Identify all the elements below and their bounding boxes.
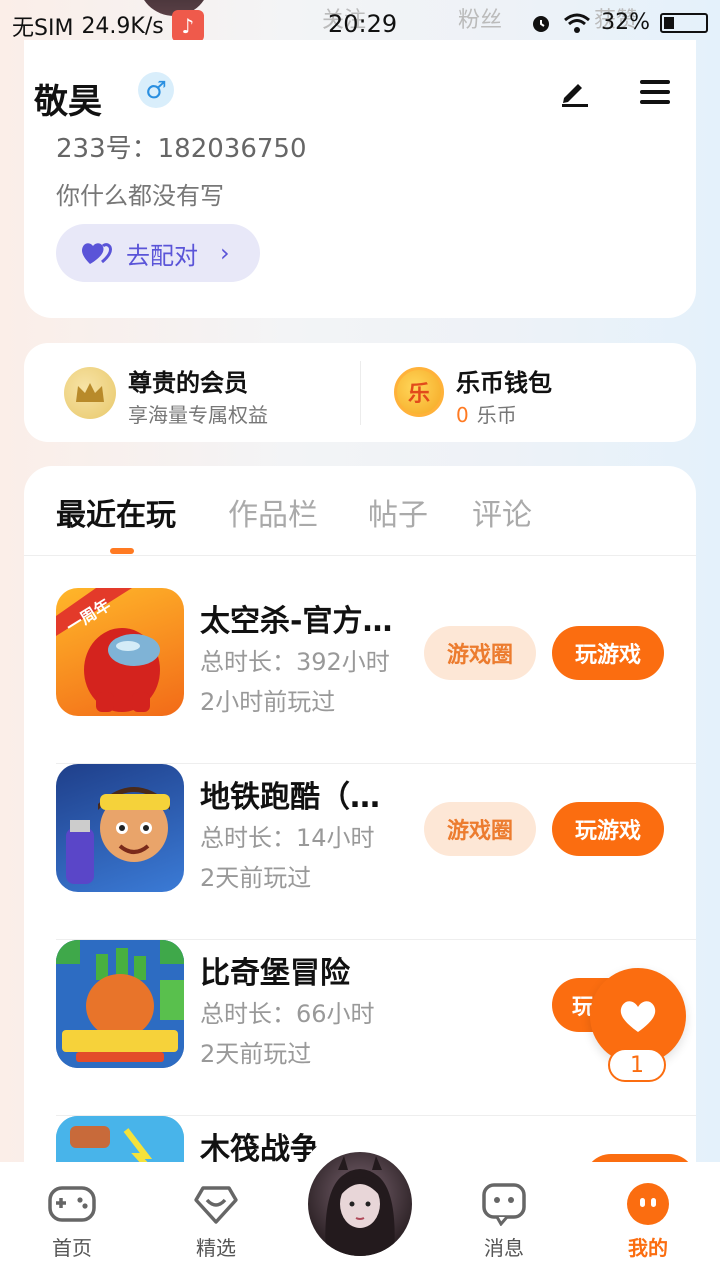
tab-bar: 最近在玩 作品栏 帖子 评论 [24, 466, 696, 556]
tab-recent[interactable]: 最近在玩 [56, 490, 176, 534]
game-title: 比奇堡冒险 [200, 956, 350, 991]
music-app-icon: ♪ [171, 10, 204, 42]
game-last-played: 2天前玩过 [200, 1040, 312, 1068]
play-game-button[interactable]: 玩游戏 [552, 802, 664, 856]
nav-messages[interactable]: 消息 [454, 1182, 554, 1261]
nav-messages-label: 消息 [484, 1236, 524, 1260]
crown-icon[interactable] [64, 367, 116, 419]
battery-icon [660, 12, 708, 33]
wallet-unit: 乐币 [476, 403, 517, 427]
status-right: 32% [529, 10, 708, 35]
gamepad-icon [48, 1186, 96, 1222]
battery-percent: 32% [601, 10, 650, 35]
vip-title[interactable]: 尊贵的会员 [128, 363, 248, 398]
bio-text: 你什么都没有写 [56, 182, 224, 210]
coin-icon[interactable]: 乐 [394, 367, 444, 417]
heart-pair-icon [82, 243, 112, 264]
network-speed: 24.9K/s [81, 13, 164, 39]
account-id: 233号：182036750 [56, 134, 307, 164]
menu-icon[interactable] [638, 78, 672, 106]
vip-subtitle: 享海量专属权益 [128, 403, 268, 427]
heart-icon [620, 1001, 656, 1032]
nav-mine[interactable]: 我的 [598, 1182, 698, 1261]
like-count-badge: 1 [608, 1048, 666, 1082]
carrier-text: 无SIM [12, 16, 74, 41]
male-gender-icon: ♂ [138, 72, 174, 108]
wallet-amount: 0 [456, 403, 469, 427]
game-row[interactable]: 地铁跑酷（… 总时长：14小时 2天前玩过 游戏圈 玩游戏 [56, 764, 696, 940]
play-game-button[interactable]: 玩游戏 [552, 626, 664, 680]
game-last-played: 2小时前玩过 [200, 688, 336, 716]
game-circle-button[interactable]: 游戏圈 [424, 802, 536, 856]
divider [360, 361, 361, 425]
message-bubble-icon [482, 1183, 526, 1226]
tab-indicator [110, 548, 134, 554]
game-icon-among-us[interactable]: 一周年 [56, 588, 184, 716]
wallet-title[interactable]: 乐币钱包 [456, 363, 552, 398]
game-duration: 总时长：392小时 [200, 648, 390, 676]
profile-face-icon [627, 1183, 669, 1225]
game-title: 地铁跑酷（… [200, 780, 380, 815]
tab-comments[interactable]: 评论 [472, 490, 532, 534]
featured-heart-icon [194, 1186, 238, 1224]
alarm-icon [533, 15, 550, 32]
game-last-played: 2天前玩过 [200, 864, 312, 892]
game-title: 太空杀-官方… [200, 604, 393, 639]
tab-posts[interactable]: 帖子 [368, 490, 428, 534]
wallet-balance: 0 乐币 [456, 399, 517, 428]
game-duration: 总时长：14小时 [200, 824, 375, 852]
tab-works[interactable]: 作品栏 [228, 490, 318, 534]
nav-home-label: 首页 [52, 1236, 92, 1260]
benefits-card: 尊贵的会员 享海量专属权益 乐 乐币钱包 0 乐币 [24, 343, 696, 442]
games-panel: 最近在玩 作品栏 帖子 评论 一周年 太空杀-官方… 总时长：392小时 2小时… [24, 466, 696, 1186]
username: 敬昊 [34, 82, 102, 122]
center-avatar-button[interactable] [304, 1148, 416, 1260]
status-left: 无SIM 24.9K/s ♪ [12, 10, 204, 42]
nav-home[interactable]: 首页 [22, 1182, 122, 1261]
game-row[interactable]: 一周年 太空杀-官方… 总时长：392小时 2小时前玩过 游戏圈 玩游戏 [56, 588, 696, 764]
faded-fans-label: 粉丝 [458, 8, 503, 33]
profile-card: 敬昊 ♂ 233号：182036750 你什么都没有写 去配对 › [24, 40, 696, 318]
match-button[interactable]: 去配对 › [56, 224, 260, 282]
game-circle-button[interactable]: 游戏圈 [424, 626, 536, 680]
nav-featured-label: 精选 [196, 1236, 236, 1260]
wifi-icon [564, 13, 591, 33]
clock: 20:29 [328, 10, 398, 38]
game-duration: 总时长：66小时 [200, 1000, 375, 1028]
match-label: 去配对 [126, 241, 198, 270]
nav-featured[interactable]: 精选 [166, 1182, 266, 1261]
game-icon-bikini-bottom[interactable] [56, 940, 184, 1068]
nav-mine-label: 我的 [628, 1236, 668, 1260]
edit-icon[interactable] [558, 76, 590, 108]
game-icon-subway-surfers[interactable] [56, 764, 184, 892]
chevron-right-icon: › [220, 239, 230, 267]
